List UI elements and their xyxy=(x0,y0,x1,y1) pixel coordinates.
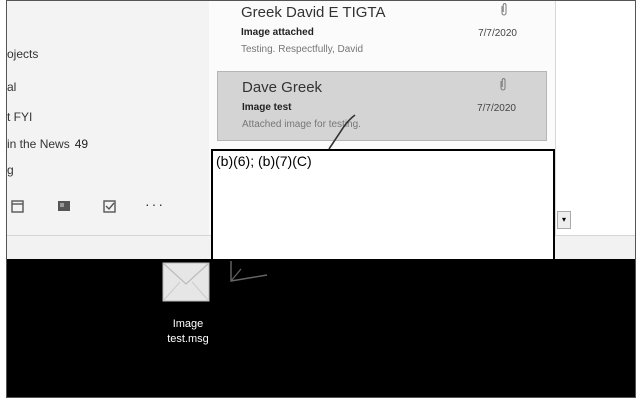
folder-unread-count: 49 xyxy=(74,137,89,151)
message-list-scrollbar[interactable] xyxy=(555,1,579,235)
reading-pane xyxy=(578,1,635,235)
file-label-line: Image xyxy=(172,318,204,330)
redaction-label: (b)(6); (b)(7)(C) xyxy=(216,153,312,169)
message-date: 7/7/2020 xyxy=(477,103,516,114)
mouse-cursor-icon xyxy=(230,261,268,282)
folder-item-al[interactable]: al xyxy=(7,80,16,94)
paperclip-icon xyxy=(501,3,507,16)
message-date: 7/7/2020 xyxy=(478,28,517,39)
email-file-icon[interactable] xyxy=(162,262,210,302)
message-subject: Image test xyxy=(242,102,292,113)
message-subject: Image attached xyxy=(241,27,314,38)
paperclip-icon xyxy=(500,78,506,91)
file-label-line: test.msg xyxy=(167,333,209,345)
scroll-down-icon[interactable]: ▾ xyxy=(557,211,571,229)
tasks-icon[interactable] xyxy=(103,199,117,213)
message-sender: Greek David E TIGTA xyxy=(241,4,386,21)
screenshot-frame: ojects al t FYI in the News 49 g ··· Gre… xyxy=(6,0,636,398)
folder-label: g xyxy=(7,163,14,177)
more-options-icon[interactable]: ··· xyxy=(145,196,165,212)
folder-label: ojects xyxy=(7,47,39,61)
message-preview: Testing. Respectfully, David xyxy=(241,44,364,55)
folder-pane: ojects al t FYI in the News 49 g ··· xyxy=(7,1,210,235)
folder-item-in-the-news[interactable]: in the News 49 xyxy=(7,137,88,151)
folder-item-projects[interactable]: ojects xyxy=(7,47,38,61)
redaction-box: (b)(6); (b)(7)(C) xyxy=(211,149,555,262)
message-item[interactable]: Greek David E TIGTA Image attached 7/7/2… xyxy=(217,1,547,67)
drag-indicator-line xyxy=(328,114,356,150)
desktop-area: Image test.msg xyxy=(7,259,635,397)
folder-item-g[interactable]: g xyxy=(7,163,14,177)
calendar-icon[interactable] xyxy=(11,199,25,213)
module-nav-bar: ··· xyxy=(7,191,209,225)
people-icon[interactable] xyxy=(57,199,71,213)
message-sender: Dave Greek xyxy=(242,79,323,96)
folder-label: t FYI xyxy=(7,110,33,124)
folder-item-fyi[interactable]: t FYI xyxy=(7,110,32,124)
folder-label: al xyxy=(7,80,17,94)
message-item-selected[interactable]: Dave Greek Image test 7/7/2020 Attached … xyxy=(217,71,547,141)
folder-label: in the News xyxy=(7,137,70,151)
file-label[interactable]: Image test.msg xyxy=(143,317,233,347)
